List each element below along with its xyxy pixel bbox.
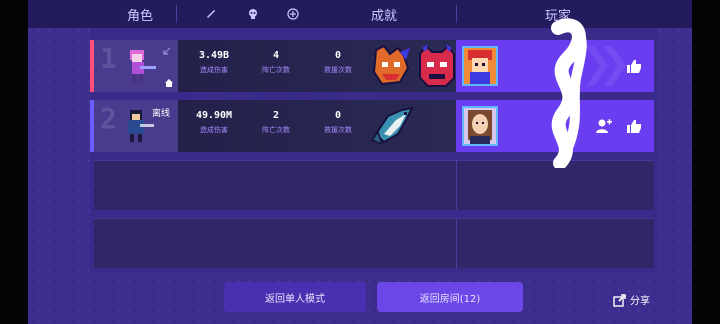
- return-single-mode-button[interactable]: 返回单人模式: [224, 282, 366, 312]
- deaths-label: 阵亡次数: [262, 66, 290, 74]
- header-achievement: 成就: [338, 0, 430, 28]
- collapse-arrow-icon[interactable]: [162, 46, 172, 56]
- stats-cell: 3.49B 造成伤害 4 阵亡次数 0 救援次数: [178, 40, 458, 92]
- rescues-value: 0: [334, 50, 342, 61]
- screen-bezel-left: [0, 0, 28, 324]
- pixel-avatar-icon: [468, 50, 492, 84]
- return-room-label: 返回房间(12): [419, 293, 481, 305]
- host-house-icon: [165, 79, 173, 87]
- share-button[interactable]: 分享: [613, 292, 650, 307]
- handwritten-redaction-mark: [551, 18, 587, 168]
- damage-label: 造成伤害: [200, 66, 228, 74]
- share-arrow-icon: [613, 293, 626, 307]
- header-divider: [176, 5, 177, 23]
- deaths-value: 2: [272, 110, 280, 121]
- rescues-value: 0: [334, 110, 342, 121]
- portrait-avatar-icon: [468, 110, 492, 144]
- character-sprite-icon: [130, 50, 156, 82]
- deaths-stat: 4 阵亡次数: [246, 50, 306, 75]
- empty-row-divider: [456, 161, 457, 210]
- player-avatar[interactable]: [462, 106, 498, 146]
- deaths-stat: 2 阵亡次数: [246, 110, 306, 135]
- header-achievement-label: 成就: [370, 8, 397, 24]
- like-thumb-icon[interactable]: [626, 58, 642, 74]
- offline-status: 离线: [152, 109, 171, 119]
- wolf-achievement-icon[interactable]: [370, 44, 412, 88]
- header-divider: [456, 5, 457, 23]
- character-cell[interactable]: 2 离线: [94, 100, 178, 152]
- damage-stat: 3.49B 造成伤害: [184, 50, 244, 75]
- character-sprite-icon: [128, 110, 154, 142]
- stats-cell: 49.90M 造成伤害 2 阵亡次数 0 救援次数: [178, 100, 458, 152]
- rank-number: 1: [100, 42, 117, 75]
- bullet-icon: [207, 10, 215, 18]
- player-avatar[interactable]: [462, 46, 498, 86]
- damage-stat: 49.90M 造成伤害: [184, 110, 244, 135]
- header-character-label: 角色: [126, 8, 153, 24]
- sort-damage-tab[interactable]: [198, 0, 224, 28]
- share-label: 分享: [630, 296, 650, 307]
- deaths-label: 阵亡次数: [262, 126, 290, 134]
- skull-icon: [249, 9, 257, 19]
- rescues-stat: 0 救援次数: [308, 50, 368, 75]
- sort-rescues-tab[interactable]: [280, 0, 306, 28]
- rescues-stat: 0 救援次数: [308, 110, 368, 135]
- return-room-button[interactable]: 返回房间(12): [377, 282, 523, 312]
- results-stage: 角色 成就 玩家 1 3.49B 造成伤害 4 阵亡次数 0 救援次数 2 离线…: [28, 0, 692, 324]
- header-character: 角色: [90, 0, 190, 28]
- fish-achievement-icon[interactable]: [370, 104, 416, 148]
- damage-value: 3.49B: [198, 50, 230, 61]
- return-single-mode-label: 返回单人模式: [265, 293, 325, 305]
- deaths-value: 4: [272, 50, 280, 61]
- rescues-label: 救援次数: [324, 126, 352, 134]
- screen-bezel-right: [692, 0, 720, 324]
- rescues-label: 救援次数: [324, 66, 352, 74]
- empty-row-divider: [456, 219, 457, 268]
- character-cell[interactable]: 1: [94, 40, 178, 92]
- red-demon-achievement-icon[interactable]: [416, 44, 458, 88]
- game-results-screen: 角色 成就 玩家 1 3.49B 造成伤害 4 阵亡次数 0 救援次数 2 离线…: [0, 0, 720, 324]
- like-thumb-icon[interactable]: [626, 118, 642, 134]
- add-friend-icon[interactable]: [596, 118, 612, 134]
- plus-circle-icon: [287, 8, 299, 20]
- damage-label: 造成伤害: [200, 126, 228, 134]
- sort-deaths-tab[interactable]: [240, 0, 266, 28]
- damage-value: 49.90M: [195, 110, 233, 121]
- empty-player-row: [94, 218, 654, 268]
- rank-number: 2: [100, 102, 117, 135]
